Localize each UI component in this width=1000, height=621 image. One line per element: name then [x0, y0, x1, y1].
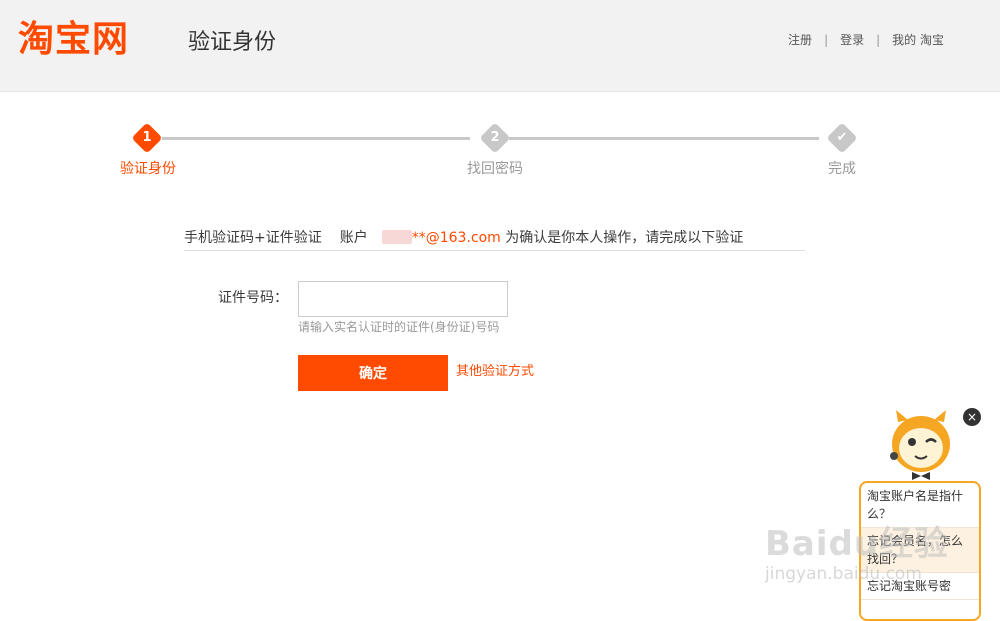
id-number-hint: 请输入实名认证时的证件(身份证)号码 [298, 320, 500, 334]
step-1-label: 验证身份 [120, 161, 176, 177]
verify-method: 手机验证码+证件验证 [184, 230, 322, 246]
step-connector-1 [162, 137, 470, 140]
confirm-button[interactable]: 确定 [298, 355, 448, 391]
step-2-marker: 2 [479, 122, 511, 154]
faq-item[interactable]: 淘宝账户名是指什么？ [861, 483, 979, 528]
faq-item[interactable]: 忘记淘宝账号密 [861, 573, 979, 600]
link-separator: | [824, 33, 829, 47]
step-2-label: 找回密码 [467, 161, 523, 177]
id-number-input[interactable] [298, 281, 508, 317]
faq-item[interactable]: 忘记会员名，怎么找回？ [861, 528, 979, 573]
taobao-logo[interactable]: 淘宝网 [18, 18, 129, 62]
link-separator: | [876, 33, 881, 47]
verify-instruction: 为确认是你本人操作，请完成以下验证 [505, 230, 744, 246]
account-label: 账户 [339, 230, 368, 246]
mascot-icon[interactable] [886, 406, 956, 482]
masked-account [381, 230, 412, 244]
step-3-marker: ✔ [826, 122, 858, 154]
page-title: 验证身份 [188, 30, 277, 55]
login-link[interactable]: 登录 [840, 33, 864, 47]
check-icon: ✔ [836, 130, 848, 145]
register-link[interactable]: 注册 [788, 33, 812, 47]
my-taobao-link[interactable]: 我的 淘宝 [892, 33, 944, 47]
step-3-label: 完成 [828, 161, 856, 177]
help-faq-panel: 淘宝账户名是指什么？ 忘记会员名，怎么找回？ 忘记淘宝账号密 [859, 481, 981, 621]
account-email: **@163.com [411, 230, 501, 246]
other-verify-link[interactable]: 其他验证方式 [456, 364, 534, 380]
top-header: 淘宝网 验证身份 注册 | 登录 | 我的 淘宝 [0, 0, 1000, 92]
step-connector-2 [509, 137, 819, 140]
close-icon[interactable]: × [963, 408, 981, 426]
step-1-number: 1 [142, 130, 152, 145]
id-number-label: 证件号码： [218, 290, 288, 306]
verify-method-row: 手机验证码+证件验证 账户 **@163.com 为确认是你本人操作，请完成以下验证 [184, 228, 805, 251]
top-links: 注册 | 登录 | 我的 淘宝 [788, 32, 944, 48]
step-2-number: 2 [490, 130, 500, 145]
step-1-marker: 1 [131, 122, 163, 154]
